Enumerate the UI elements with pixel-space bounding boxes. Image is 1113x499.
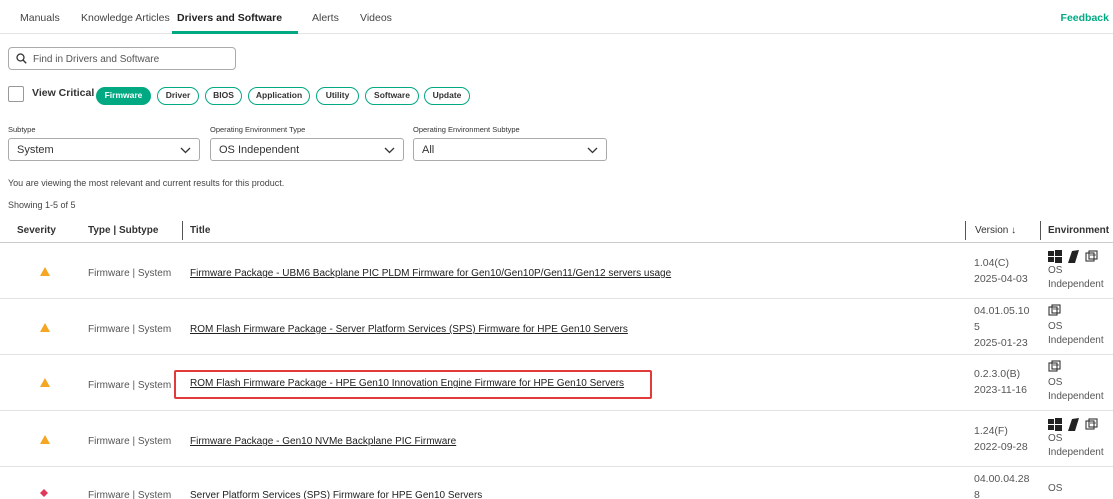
critical-icon: [40, 489, 48, 497]
row-divider: [0, 410, 1113, 411]
row-type: Firmware | System: [88, 436, 172, 447]
results-info-text: You are viewing the most relevant and cu…: [8, 178, 285, 188]
row-type: Firmware | System: [88, 324, 172, 335]
row-environment-line1: OS: [1048, 321, 1063, 332]
warning-icon: [40, 435, 50, 444]
row-date: 2025-04-03: [974, 273, 1028, 285]
row-title-link[interactable]: Firmware Package - UBM6 Backplane PIC PL…: [190, 268, 671, 279]
row-date: 2025-01-23: [974, 337, 1028, 349]
row-divider: [0, 298, 1113, 299]
row-environment-icons: [1048, 250, 1101, 264]
os-independent-icon: [1048, 304, 1061, 316]
chip-utility[interactable]: Utility: [316, 87, 359, 105]
column-divider: [965, 221, 966, 240]
os-subtype-select[interactable]: All: [413, 138, 607, 161]
search-icon: [16, 53, 27, 64]
row-environment-line1: OS: [1048, 433, 1063, 444]
tab-manuals[interactable]: Manuals: [20, 12, 60, 24]
os-type-value: OS Independent: [219, 144, 300, 156]
row-environment-line2: Independent: [1048, 279, 1104, 290]
active-tab-indicator: [172, 31, 298, 34]
results-count: Showing 1-5 of 5: [8, 200, 76, 210]
view-critical-label: View Critical: [32, 87, 95, 99]
os-type-label: Operating Environment Type: [210, 125, 306, 134]
row-date: 2023-11-16: [974, 384, 1027, 396]
view-critical-checkbox[interactable]: [8, 86, 24, 102]
column-header-title[interactable]: Title: [190, 225, 210, 236]
chip-bios[interactable]: BIOS: [205, 87, 242, 105]
row-title-link[interactable]: Server Platform Services (SPS) Firmware …: [190, 490, 482, 499]
feedback-link[interactable]: Feedback: [1061, 12, 1109, 24]
chip-firmware[interactable]: Firmware: [96, 87, 151, 105]
os-type-select[interactable]: OS Independent: [210, 138, 404, 161]
subtype-select[interactable]: System: [8, 138, 200, 161]
os-independent-icon: [1085, 418, 1098, 430]
os-subtype-label: Operating Environment Subtype: [413, 125, 520, 134]
tab-drivers-and-software[interactable]: Drivers and Software: [177, 12, 282, 24]
column-header-version[interactable]: Version ↓: [975, 225, 1016, 236]
row-environment-line2: Independent: [1048, 335, 1104, 346]
search-box: [8, 47, 236, 70]
row-environment-line1: OS: [1048, 377, 1063, 388]
row-type: Firmware | System: [88, 490, 172, 499]
windows-icon: [1048, 250, 1062, 263]
vmware-icon: [1068, 418, 1080, 431]
windows-icon: [1048, 418, 1062, 431]
row-version-cont: 5: [974, 321, 980, 333]
chip-software[interactable]: Software: [365, 87, 419, 105]
warning-icon: [40, 378, 50, 387]
chevron-down-icon: [587, 147, 598, 154]
subtype-label: Subtype: [8, 125, 36, 134]
column-header-type[interactable]: Type | Subtype: [88, 225, 158, 236]
row-environment-line1: OS: [1048, 483, 1063, 494]
column-divider: [182, 221, 183, 240]
warning-icon: [40, 323, 50, 332]
search-input[interactable]: [33, 51, 229, 67]
tab-videos[interactable]: Videos: [360, 12, 392, 24]
tab-bar: Manuals Knowledge Articles Drivers and S…: [0, 0, 1113, 34]
row-type: Firmware | System: [88, 380, 172, 391]
row-type: Firmware | System: [88, 268, 172, 279]
chip-application[interactable]: Application: [248, 87, 310, 105]
table-header-divider: [0, 242, 1113, 243]
subtype-value: System: [17, 144, 54, 156]
row-title-link[interactable]: ROM Flash Firmware Package - HPE Gen10 I…: [190, 378, 624, 389]
row-environment-icons: [1048, 304, 1064, 318]
os-subtype-value: All: [422, 144, 435, 156]
row-version-cont: 8: [974, 489, 980, 499]
vmware-icon: [1068, 250, 1080, 263]
row-environment-line2: Independent: [1048, 447, 1104, 458]
row-environment-icons: [1048, 418, 1101, 432]
os-independent-icon: [1085, 250, 1098, 262]
row-version: 1.24(F): [974, 425, 1008, 437]
warning-icon: [40, 267, 50, 276]
tab-knowledge-articles[interactable]: Knowledge Articles: [81, 12, 170, 24]
row-version: 04.01.05.10: [974, 305, 1030, 317]
chevron-down-icon: [180, 147, 191, 154]
column-header-severity[interactable]: Severity: [17, 225, 56, 236]
row-version: 0.2.3.0(B): [974, 368, 1021, 380]
chevron-down-icon: [384, 147, 395, 154]
row-date: 2022-09-28: [974, 441, 1028, 453]
column-header-environment[interactable]: Environment: [1048, 225, 1109, 236]
row-divider: [0, 466, 1113, 467]
row-divider: [0, 354, 1113, 355]
os-independent-icon: [1048, 360, 1061, 372]
row-version: 04.00.04.28: [974, 473, 1030, 485]
row-environment-icons: [1048, 360, 1064, 374]
row-version: 1.04(C): [974, 257, 1010, 269]
chip-update[interactable]: Update: [424, 87, 470, 105]
chip-driver[interactable]: Driver: [157, 87, 199, 105]
row-environment-line1: OS: [1048, 265, 1063, 276]
row-title-link[interactable]: ROM Flash Firmware Package - Server Plat…: [190, 324, 628, 335]
row-environment-line2: Independent: [1048, 391, 1104, 402]
tab-alerts[interactable]: Alerts: [312, 12, 339, 24]
row-title-link[interactable]: Firmware Package - Gen10 NVMe Backplane …: [190, 436, 456, 447]
column-divider: [1040, 221, 1041, 240]
